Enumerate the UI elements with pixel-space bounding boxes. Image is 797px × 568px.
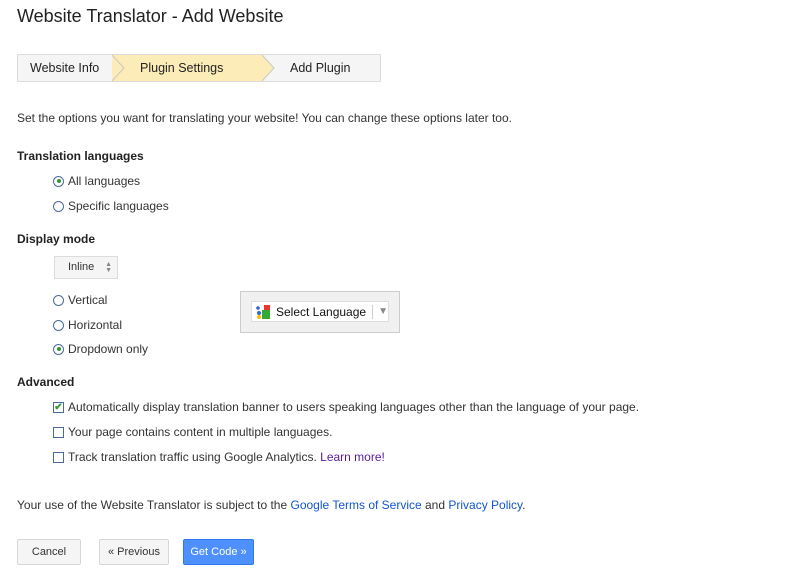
- select-value: Inline: [68, 261, 95, 273]
- step-label: Website Info: [30, 61, 100, 75]
- display-mode-heading: Display mode: [17, 232, 96, 246]
- up-down-arrows-icon: ▲ ▼: [105, 261, 112, 274]
- select-language-gadget[interactable]: Select Language ▼: [251, 301, 389, 322]
- wizard-steps: Website Info Plugin Settings Add Plugin: [17, 54, 381, 82]
- advanced-heading: Advanced: [17, 375, 75, 389]
- learn-more-link[interactable]: Learn more!: [320, 450, 385, 464]
- step-website-info[interactable]: Website Info: [18, 55, 125, 81]
- option-label: All languages: [68, 174, 141, 188]
- cancel-button[interactable]: Cancel: [17, 539, 81, 565]
- step-plugin-settings[interactable]: Plugin Settings: [112, 55, 275, 81]
- step-label: Add Plugin: [290, 61, 351, 75]
- radio-icon[interactable]: [53, 200, 64, 212]
- translation-languages-heading: Translation languages: [17, 149, 144, 163]
- radio-selected-icon[interactable]: [53, 175, 64, 187]
- option-label: Automatically display translation banner…: [68, 400, 640, 414]
- terms-middle: and: [421, 498, 449, 512]
- checkbox-multiple-languages[interactable]: Your page contains content in multiple l…: [53, 425, 332, 439]
- get-code-button[interactable]: Get Code »: [183, 539, 254, 565]
- radio-specific-languages[interactable]: Specific languages: [53, 199, 169, 213]
- checkbox-icon[interactable]: [53, 426, 64, 438]
- step-add-plugin[interactable]: Add Plugin: [262, 55, 380, 81]
- terms-of-service-link[interactable]: Google Terms of Service: [291, 498, 422, 512]
- radio-selected-icon[interactable]: [53, 343, 64, 355]
- radio-all-languages[interactable]: All languages: [53, 174, 140, 188]
- select-language-label: Select Language: [276, 304, 367, 319]
- google-translate-logo-icon: [256, 304, 270, 319]
- intro-text: Set the options you want for translating…: [17, 111, 512, 125]
- page-title: Website Translator - Add Website: [17, 6, 284, 26]
- dropdown-arrow-icon: ▼: [378, 306, 388, 317]
- radio-vertical[interactable]: Vertical: [53, 293, 107, 307]
- option-label: Your page contains content in multiple l…: [68, 425, 333, 439]
- terms-text: Your use of the Website Translator is su…: [17, 498, 526, 512]
- chevron-right-icon: [262, 55, 275, 81]
- display-mode-select[interactable]: Inline ▲ ▼: [54, 256, 118, 279]
- terms-suffix: .: [522, 498, 526, 512]
- chevron-right-icon: [112, 55, 125, 81]
- privacy-policy-link[interactable]: Privacy Policy: [448, 498, 522, 512]
- option-label: Vertical: [68, 293, 108, 307]
- checkbox-icon[interactable]: [53, 451, 64, 463]
- terms-prefix: Your use of the Website Translator is su…: [17, 498, 291, 512]
- page: Website Translator - Add Website Website…: [0, 0, 797, 568]
- radio-icon[interactable]: [53, 294, 64, 306]
- display-preview: Select Language ▼: [240, 291, 400, 333]
- radio-horizontal[interactable]: Horizontal: [53, 318, 122, 332]
- checkbox-checked-icon[interactable]: ✔: [53, 401, 64, 413]
- option-label: Track translation traffic using Google A…: [68, 450, 317, 464]
- separator: [372, 304, 374, 319]
- option-label: Horizontal: [68, 318, 123, 332]
- radio-dropdown-only[interactable]: Dropdown only: [53, 342, 148, 356]
- checkbox-auto-banner[interactable]: ✔ Automatically display translation bann…: [53, 400, 639, 414]
- step-label: Plugin Settings: [140, 61, 224, 75]
- option-label: Dropdown only: [68, 342, 149, 356]
- previous-button[interactable]: « Previous: [99, 539, 169, 565]
- checkbox-track-analytics[interactable]: Track translation traffic using Google A…: [53, 450, 385, 464]
- option-label: Specific languages: [68, 199, 169, 213]
- radio-icon[interactable]: [53, 319, 64, 331]
